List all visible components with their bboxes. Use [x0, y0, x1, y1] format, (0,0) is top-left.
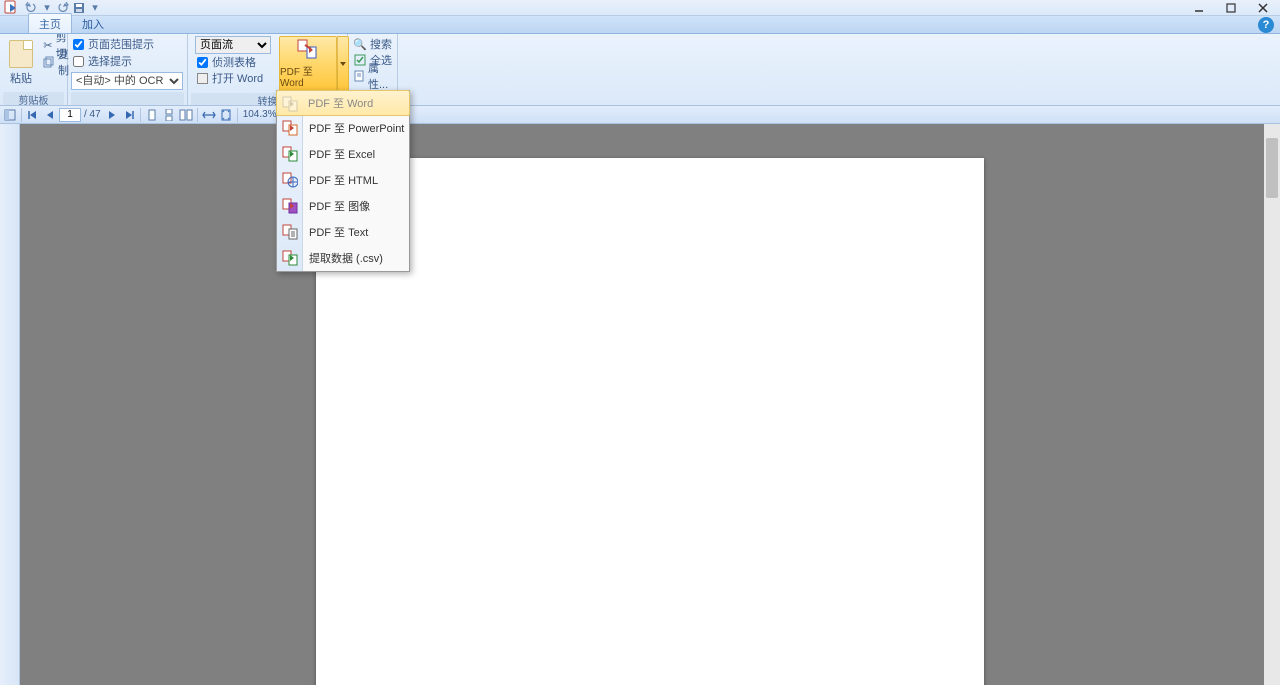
- open-word-checkbox[interactable]: 打开 Word: [195, 70, 271, 86]
- group-clipboard-label: 剪贴板: [3, 92, 64, 105]
- window-controls: [1192, 1, 1276, 15]
- panel-toggle-button[interactable]: [2, 107, 18, 123]
- cut-icon: ✂: [43, 38, 53, 52]
- zoom-label: 104.3%: [241, 109, 279, 120]
- dropdown-icon[interactable]: ▾: [88, 1, 102, 15]
- fit-page-button[interactable]: [218, 107, 234, 123]
- ribbon-tabs: 主页 加入 ?: [0, 16, 1280, 34]
- close-button[interactable]: [1256, 1, 1270, 15]
- pdf-word-icon: [281, 95, 299, 113]
- paste-label: 粘贴: [10, 70, 32, 86]
- pdf-text-icon: [281, 223, 299, 241]
- ocr-select[interactable]: <自动> 中的 OCR: [71, 72, 183, 90]
- app-icon: [4, 0, 20, 16]
- dropdown-item-pdf-powerpoint[interactable]: PDF 至 PowerPoint: [277, 115, 409, 141]
- extract-data-icon: [281, 249, 299, 267]
- save-icon[interactable]: [72, 1, 86, 15]
- side-panel-collapsed[interactable]: [0, 124, 20, 685]
- titlebar: ▾ ▾: [0, 0, 1280, 16]
- tab-home[interactable]: 主页: [28, 13, 72, 33]
- document-area: [0, 124, 1280, 685]
- first-page-button[interactable]: [25, 107, 41, 123]
- pdf-to-word-button[interactable]: PDF 至 Word: [279, 36, 337, 92]
- maximize-button[interactable]: [1224, 1, 1238, 15]
- properties-icon: [353, 69, 365, 83]
- page-range-hint-checkbox[interactable]: 页面范围提示: [71, 36, 156, 52]
- select-all-icon: [353, 53, 367, 67]
- continuous-button[interactable]: [161, 107, 177, 123]
- dropdown-item-pdf-excel[interactable]: PDF 至 Excel: [277, 141, 409, 167]
- search-button[interactable]: 🔍 搜索: [351, 36, 394, 52]
- dropdown-item-pdf-text[interactable]: PDF 至 Text: [277, 219, 409, 245]
- pdf-powerpoint-icon: [281, 119, 299, 137]
- last-page-button[interactable]: [121, 107, 137, 123]
- group-view-options: 页面范围提示 选择提示 <自动> 中的 OCR: [68, 34, 188, 105]
- tab-add[interactable]: 加入: [72, 14, 114, 33]
- pdf-excel-icon: [281, 145, 299, 163]
- ribbon: 粘贴 ✂ 剪切 复制 剪贴板 页面范围提示 选: [0, 34, 1280, 106]
- page-total-label: / 47: [82, 109, 103, 120]
- facing-button[interactable]: [178, 107, 194, 123]
- dropdown-item-pdf-image[interactable]: PDF 至 图像: [277, 193, 409, 219]
- next-page-button[interactable]: [104, 107, 120, 123]
- minimize-button[interactable]: [1192, 1, 1206, 15]
- page-number-input[interactable]: [59, 108, 81, 122]
- page-view: [316, 158, 984, 685]
- dropdown-item-extract-data[interactable]: 提取数据 (.csv): [277, 245, 409, 271]
- help-icon[interactable]: ?: [1258, 17, 1274, 33]
- selection-hint-checkbox[interactable]: 选择提示: [71, 53, 134, 69]
- paste-button[interactable]: 粘贴: [3, 36, 39, 90]
- copy-icon: [43, 55, 55, 69]
- fit-width-button[interactable]: [201, 107, 217, 123]
- pdf-image-icon: [281, 197, 299, 215]
- detect-tables-checkbox[interactable]: 侦测表格: [195, 54, 271, 70]
- single-page-button[interactable]: [144, 107, 160, 123]
- scrollbar-vertical[interactable]: [1264, 124, 1280, 685]
- group-clipboard: 粘贴 ✂ 剪切 复制 剪贴板: [0, 34, 68, 105]
- properties-button[interactable]: 属性...: [351, 68, 394, 84]
- prev-page-button[interactable]: [42, 107, 58, 123]
- search-icon: 🔍: [353, 37, 367, 51]
- convert-dropdown-menu: PDF 至 Word PDF 至 PowerPoint PDF 至 Excel …: [276, 90, 410, 272]
- pdf-to-word-label: PDF 至 Word: [280, 63, 336, 89]
- pdf-html-icon: [281, 171, 299, 189]
- pdf-to-word-icon: [297, 39, 319, 61]
- dropdown-item-pdf-word[interactable]: PDF 至 Word: [276, 90, 410, 116]
- view-toolbar: / 47 104.3%: [0, 106, 1280, 124]
- document-canvas[interactable]: [20, 124, 1280, 685]
- dropdown-item-pdf-html[interactable]: PDF 至 HTML: [277, 167, 409, 193]
- layout-select[interactable]: 页面流: [195, 36, 271, 54]
